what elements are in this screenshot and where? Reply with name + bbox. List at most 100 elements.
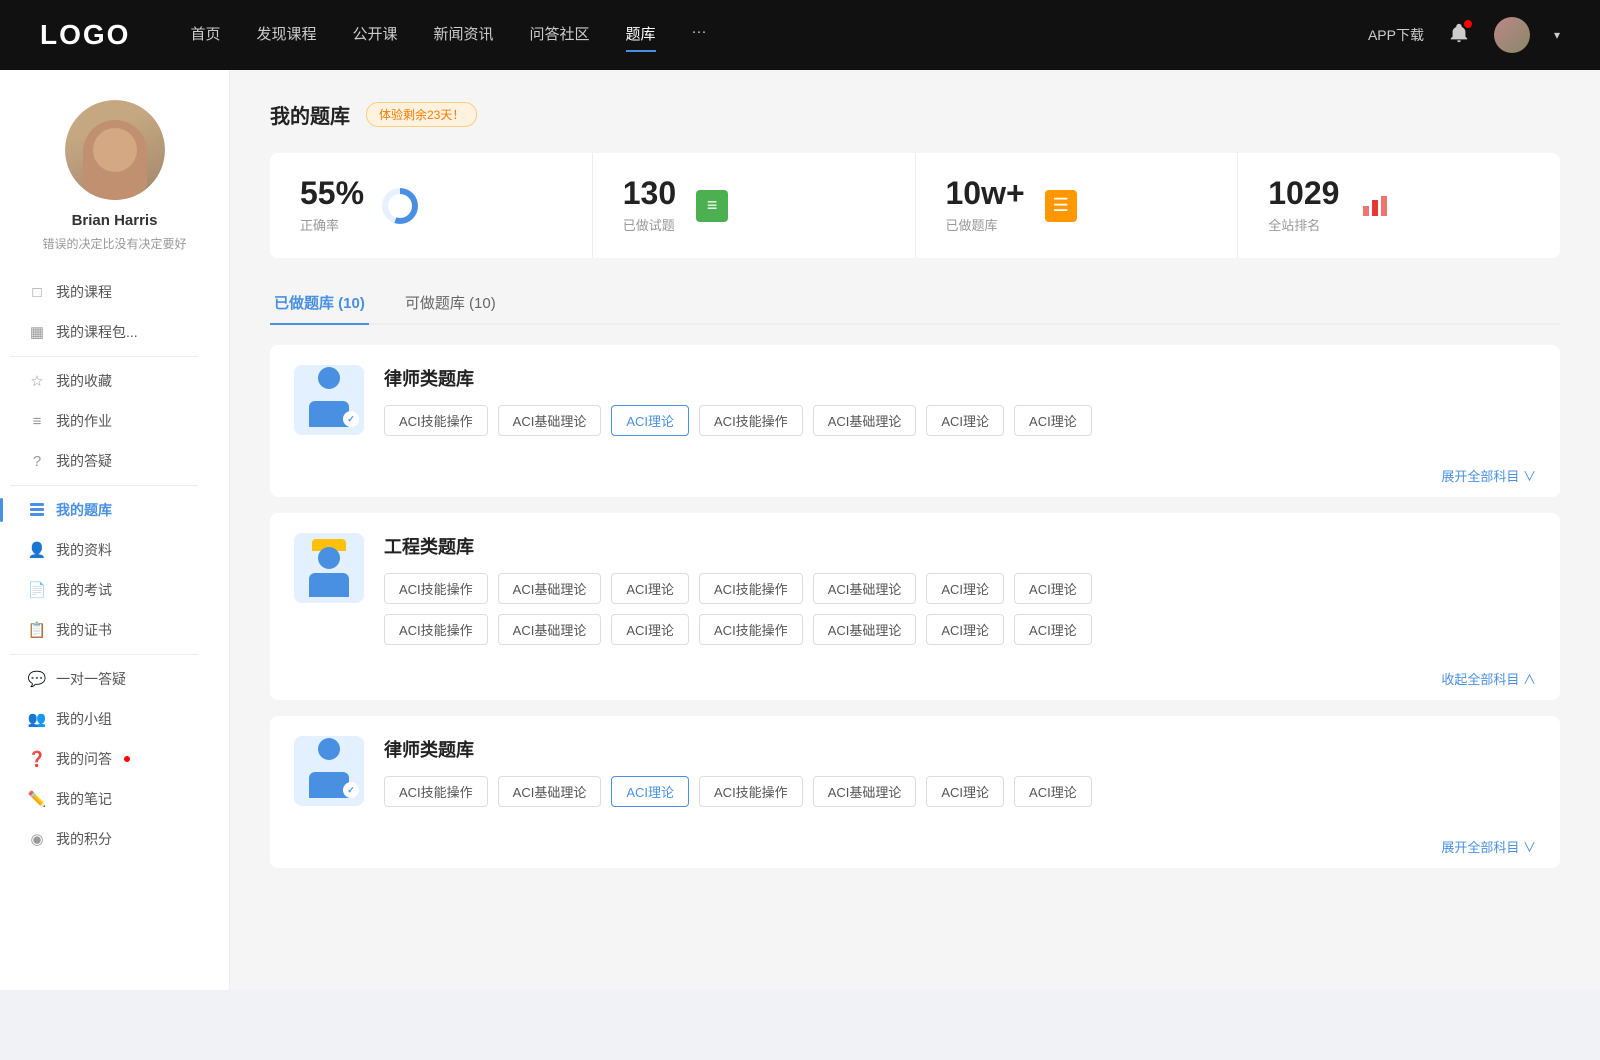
app-download-button[interactable]: APP下载	[1368, 25, 1424, 45]
sidebar-item-one-on-one[interactable]: 💬 一对一答疑	[10, 659, 219, 699]
sidebar-item-homework[interactable]: ≡ 我的作业	[10, 401, 219, 441]
tag-l2-4[interactable]: ACI技能操作	[699, 776, 803, 807]
stat-ranking: 1029 全站排名	[1238, 153, 1560, 258]
sidebar-item-my-courses[interactable]: □ 我的课程	[10, 272, 219, 312]
tag-e-r2-3[interactable]: ACI理论	[611, 614, 689, 645]
tab-available-banks[interactable]: 可做题库 (10)	[401, 282, 500, 323]
sidebar-item-my-profile[interactable]: 👤 我的资料	[10, 530, 219, 570]
nav-item-home[interactable]: 首页	[190, 23, 220, 48]
qbank-name-lawyer-2: 律师类题库	[384, 736, 1536, 762]
sidebar-item-my-certificate[interactable]: 📋 我的证书	[10, 610, 219, 650]
stat-done-questions-label: 已做试题	[623, 215, 676, 234]
chevron-down-icon[interactable]: ▾	[1554, 28, 1560, 42]
tag-l1-1[interactable]: ACI技能操作	[384, 405, 488, 436]
tag-e-4[interactable]: ACI技能操作	[699, 573, 803, 604]
stat-ranking-value: 1029	[1268, 177, 1339, 209]
tag-l1-5[interactable]: ACI基础理论	[813, 405, 917, 436]
tag-l2-6[interactable]: ACI理论	[926, 776, 1004, 807]
sidebar-item-my-qa[interactable]: ? 我的答疑	[10, 441, 219, 481]
tag-l1-4[interactable]: ACI技能操作	[699, 405, 803, 436]
done-questions-icon: ≡	[692, 186, 732, 226]
stat-done-banks-value: 10w+	[946, 177, 1025, 209]
logo[interactable]: LOGO	[40, 19, 130, 51]
nav-item-qbank[interactable]: 题库	[626, 23, 656, 48]
sidebar-motto: 错误的决定比没有决定要好	[22, 235, 206, 252]
sidebar-item-my-group[interactable]: 👥 我的小组	[10, 699, 219, 739]
homework-icon: ≡	[28, 412, 46, 430]
user-avatar[interactable]	[1494, 17, 1530, 53]
tag-l2-1[interactable]: ACI技能操作	[384, 776, 488, 807]
divider-2	[10, 485, 198, 486]
sidebar-label-one-on-one: 一对一答疑	[56, 669, 126, 689]
my-exam-icon: 📄	[28, 581, 46, 599]
tag-e-r2-7[interactable]: ACI理论	[1014, 614, 1092, 645]
sidebar-label-my-questions: 我的问答	[56, 749, 112, 769]
avatar-image	[65, 100, 165, 200]
my-qa-icon: ?	[28, 452, 46, 470]
sidebar-item-my-points[interactable]: ◉ 我的积分	[10, 819, 219, 859]
ranking-chart-icon	[1355, 186, 1395, 226]
sidebar-username: Brian Harris	[72, 212, 158, 229]
page-title: 我的题库	[270, 100, 350, 129]
tag-e-r2-6[interactable]: ACI理论	[926, 614, 1004, 645]
tag-e-6[interactable]: ACI理论	[926, 573, 1004, 604]
expand-lawyer-1[interactable]: 展开全部科目 ∨	[270, 462, 1560, 497]
sidebar-item-course-package[interactable]: ▦ 我的课程包...	[10, 312, 219, 352]
sidebar-menu: □ 我的课程 ▦ 我的课程包... ☆ 我的收藏 ≡ 我的作业 ? 我的答疑	[0, 272, 229, 859]
tag-e-r2-4[interactable]: ACI技能操作	[699, 614, 803, 645]
tag-l2-5[interactable]: ACI基础理论	[813, 776, 917, 807]
qbank-lawyer-avatar-2: ✓	[294, 736, 364, 806]
tag-e-r2-2[interactable]: ACI基础理论	[498, 614, 602, 645]
my-questions-icon: ❓	[28, 750, 46, 768]
sidebar-item-my-notes[interactable]: ✏️ 我的笔记	[10, 779, 219, 819]
my-profile-icon: 👤	[28, 541, 46, 559]
tag-l2-7[interactable]: ACI理论	[1014, 776, 1092, 807]
tag-e-r2-1[interactable]: ACI技能操作	[384, 614, 488, 645]
sidebar-item-my-questions[interactable]: ❓ 我的问答	[10, 739, 219, 779]
sidebar-item-my-exam[interactable]: 📄 我的考试	[10, 570, 219, 610]
divider-3	[10, 654, 198, 655]
nav-item-more[interactable]: ···	[692, 23, 707, 48]
sidebar-label-my-points: 我的积分	[56, 829, 112, 849]
tag-e-r2-5[interactable]: ACI基础理论	[813, 614, 917, 645]
stat-done-questions: 130 已做试题 ≡	[593, 153, 916, 258]
expand-engineer[interactable]: 收起全部科目 ∧	[270, 665, 1560, 700]
qbank-tags-lawyer-2: ACI技能操作 ACI基础理论 ACI理论 ACI技能操作 ACI基础理论 AC…	[384, 776, 1536, 807]
my-group-icon: 👥	[28, 710, 46, 728]
tag-l2-3[interactable]: ACI理论	[611, 776, 689, 807]
tag-e-5[interactable]: ACI基础理论	[813, 573, 917, 604]
sidebar-item-favorites[interactable]: ☆ 我的收藏	[10, 361, 219, 401]
qbank-lawyer-avatar-1: ✓	[294, 365, 364, 435]
qbank-info-lawyer-1: 律师类题库 ACI技能操作 ACI基础理论 ACI理论 ACI技能操作 ACI基…	[384, 365, 1536, 442]
tab-done-banks[interactable]: 已做题库 (10)	[270, 282, 369, 323]
nav-item-discover[interactable]: 发现课程	[256, 23, 316, 48]
nav-item-open-course[interactable]: 公开课	[352, 23, 397, 48]
stat-accuracy: 55% 正确率	[270, 153, 593, 258]
one-on-one-icon: 💬	[28, 670, 46, 688]
tag-l1-3[interactable]: ACI理论	[611, 405, 689, 436]
accuracy-chart-icon	[380, 186, 420, 226]
navbar-right: APP下载 ▾	[1368, 17, 1560, 53]
tag-e-2[interactable]: ACI基础理论	[498, 573, 602, 604]
nav-item-news[interactable]: 新闻资讯	[434, 23, 494, 48]
tag-l1-6[interactable]: ACI理论	[926, 405, 1004, 436]
stat-accuracy-label: 正确率	[300, 215, 364, 234]
sidebar-item-my-qbank[interactable]: 我的题库	[10, 490, 219, 530]
tag-e-1[interactable]: ACI技能操作	[384, 573, 488, 604]
sidebar-label-my-certificate: 我的证书	[56, 620, 112, 640]
tag-l1-7[interactable]: ACI理论	[1014, 405, 1092, 436]
stat-done-banks-label: 已做题库	[946, 215, 1025, 234]
qbank-info-engineer: 工程类题库 ACI技能操作 ACI基础理论 ACI理论 ACI技能操作 ACI基…	[384, 533, 1536, 645]
nav-item-qa[interactable]: 问答社区	[530, 23, 590, 48]
tag-l1-2[interactable]: ACI基础理论	[498, 405, 602, 436]
sidebar-label-homework: 我的作业	[56, 411, 112, 431]
sidebar-label-my-notes: 我的笔记	[56, 789, 112, 809]
divider-1	[10, 356, 198, 357]
tag-e-7[interactable]: ACI理论	[1014, 573, 1092, 604]
stat-done-questions-value: 130	[623, 177, 676, 209]
tag-l2-2[interactable]: ACI基础理论	[498, 776, 602, 807]
main-layout: Brian Harris 错误的决定比没有决定要好 □ 我的课程 ▦ 我的课程包…	[0, 70, 1600, 990]
expand-lawyer-2[interactable]: 展开全部科目 ∨	[270, 833, 1560, 868]
notification-bell[interactable]	[1448, 22, 1470, 49]
tag-e-3[interactable]: ACI理论	[611, 573, 689, 604]
